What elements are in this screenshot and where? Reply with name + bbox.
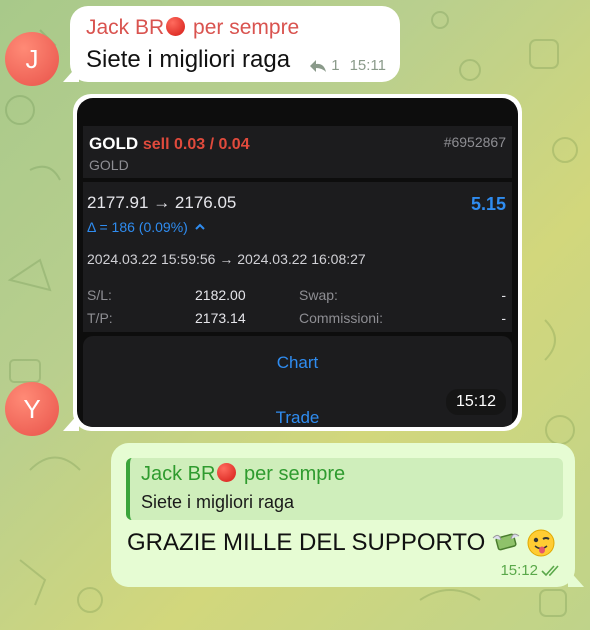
arrow-right-icon: → bbox=[153, 193, 175, 212]
quote-sender: Jack BR per sempre bbox=[141, 463, 345, 486]
sl-value: 2182.00 bbox=[195, 287, 246, 303]
avatar-letter: Y bbox=[23, 393, 41, 424]
open-date: 2024.03.22 15:59:56 bbox=[87, 251, 216, 267]
avatar[interactable]: Y bbox=[5, 382, 59, 436]
message-text: GRAZIE MILLE DEL SUPPORTO bbox=[127, 529, 486, 556]
chart-button[interactable]: Chart bbox=[77, 353, 518, 373]
sender-name: Jack BR bbox=[86, 16, 165, 39]
symbol-subtitle: GOLD bbox=[89, 157, 129, 173]
reply-count: 1 bbox=[331, 57, 340, 74]
message-bubble-outgoing[interactable]: Jack BR per sempre Siete i migliori raga… bbox=[111, 443, 575, 587]
price-open: 2177.91 bbox=[87, 193, 149, 212]
message-meta: 15:12 bbox=[500, 562, 563, 579]
image-message[interactable]: GOLD sell 0.03 / 0.04 GOLD #6952867 2177… bbox=[73, 94, 522, 431]
price-close: 2176.05 bbox=[174, 193, 237, 212]
price-delta: Δ = 186 (0.09%) bbox=[87, 219, 206, 235]
message-time: 15:12 bbox=[500, 562, 538, 579]
quote-sender-name: Jack BR bbox=[141, 463, 216, 485]
reply-quote[interactable]: Jack BR per sempre Siete i migliori raga bbox=[126, 458, 563, 520]
message-content: GRAZIE MILLE DEL SUPPORTO bbox=[127, 529, 555, 557]
tp-value: 2173.14 bbox=[195, 310, 246, 326]
red-circle-emoji bbox=[166, 17, 186, 36]
arrow-right-icon: → bbox=[219, 251, 238, 267]
winking-tongue-emoji bbox=[527, 529, 555, 557]
trade-title: GOLD sell 0.03 / 0.04 bbox=[89, 134, 250, 154]
double-check-icon bbox=[541, 564, 559, 576]
symbol: GOLD bbox=[89, 134, 139, 153]
message-time: 15:11 bbox=[349, 57, 386, 74]
tp-label: T/P: bbox=[87, 310, 113, 326]
quote-sender-suffix: per sempre bbox=[244, 463, 346, 485]
avatar[interactable]: J bbox=[5, 32, 59, 86]
profit-value: 5.15 bbox=[470, 194, 506, 214]
message-sender[interactable]: Jack BR per sempre bbox=[86, 16, 299, 40]
swap-label: Swap: bbox=[299, 287, 338, 303]
ticket-number: #6952867 bbox=[443, 134, 506, 150]
date-range: 2024.03.22 15:59:56 → 2024.03.22 16:08:2… bbox=[87, 251, 366, 267]
commission-value: - bbox=[501, 310, 506, 326]
trade-screenshot[interactable]: GOLD sell 0.03 / 0.04 GOLD #6952867 2177… bbox=[77, 98, 518, 427]
red-circle-emoji bbox=[217, 463, 237, 482]
trade-side: sell 0.03 / 0.04 bbox=[142, 136, 250, 153]
quote-text: Siete i migliori raga bbox=[141, 492, 295, 512]
message-text: Siete i migliori raga bbox=[86, 46, 291, 73]
close-date: 2024.03.22 16:08:27 bbox=[237, 251, 366, 267]
reply-icon[interactable] bbox=[309, 59, 327, 73]
commission-label: Commissioni: bbox=[299, 310, 384, 326]
sender-suffix: per sempre bbox=[193, 16, 300, 39]
price-range: 2177.91 → 2176.05 bbox=[87, 193, 236, 213]
chevron-up-icon bbox=[194, 223, 205, 230]
message-meta: 1 15:11 bbox=[309, 57, 386, 74]
image-timestamp: 15:12 bbox=[445, 389, 506, 415]
avatar-letter: J bbox=[25, 43, 39, 74]
message-bubble-incoming[interactable]: Jack BR per sempre Siete i migliori raga… bbox=[70, 6, 400, 82]
swap-value: - bbox=[501, 287, 506, 303]
delta-text: Δ = 186 (0.09%) bbox=[87, 219, 188, 235]
money-wings-emoji bbox=[492, 533, 520, 551]
sl-label: S/L: bbox=[87, 287, 112, 303]
